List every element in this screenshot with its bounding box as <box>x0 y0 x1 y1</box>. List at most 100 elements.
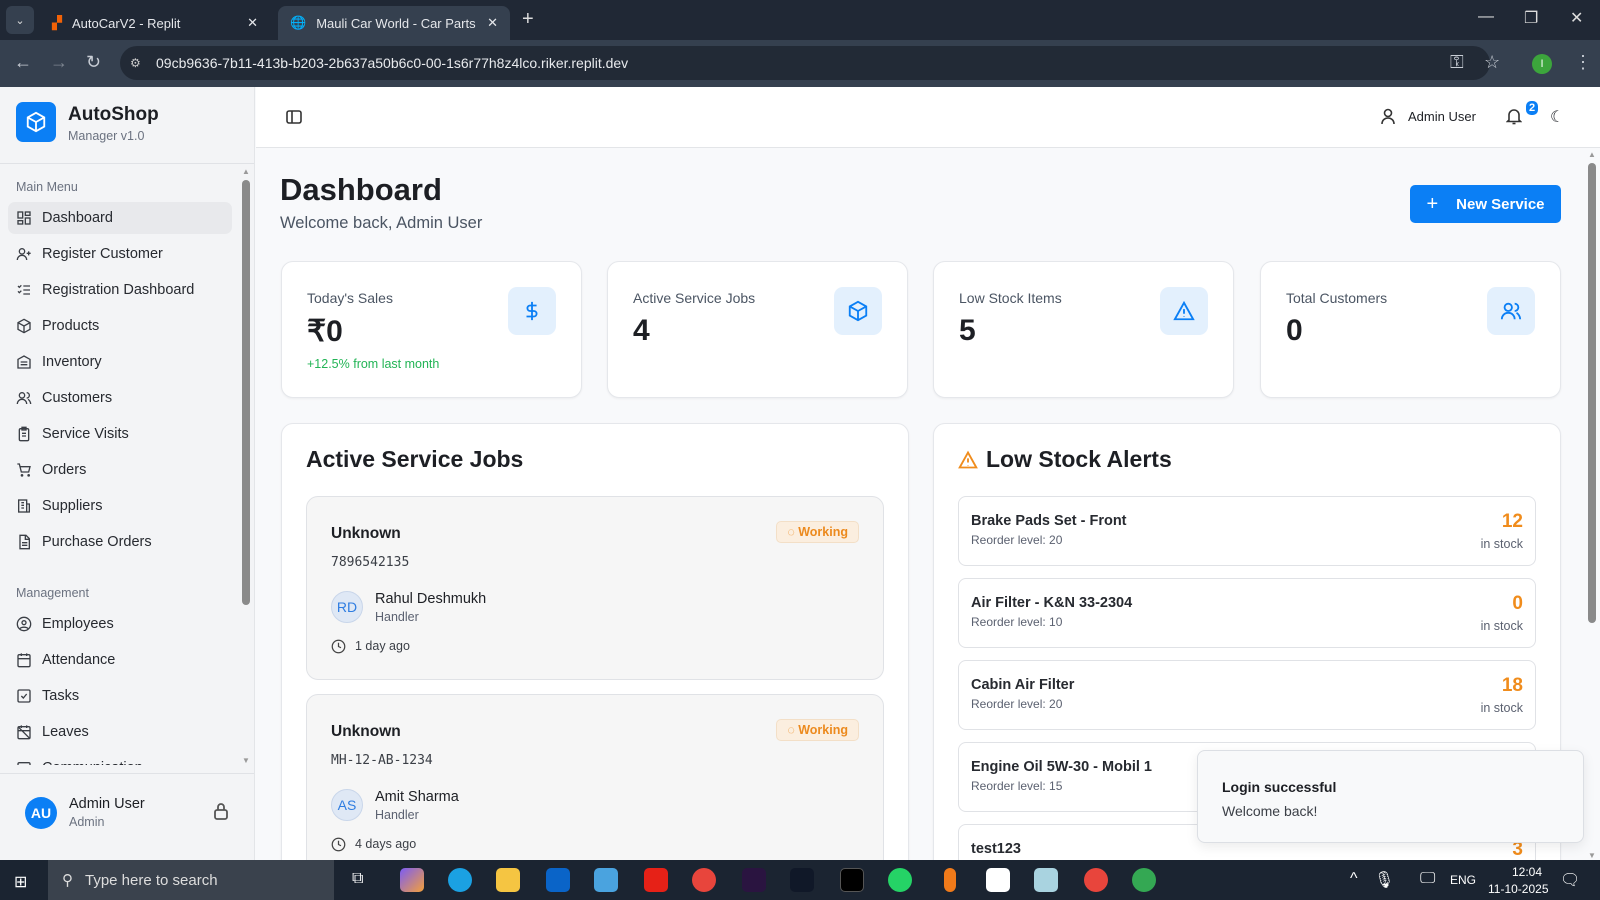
sidebar-toggle-icon[interactable] <box>286 109 302 130</box>
app-version: Manager v1.0 <box>68 129 145 143</box>
stat-card-today-s-sales: Today's Sales ₹0 +12.5% from last month <box>281 261 582 398</box>
new-service-button[interactable]: + New Service <box>1410 185 1561 223</box>
url-input[interactable]: ⚙ 09cb9636-7b11-413b-b203-2b637a50b6c0-0… <box>120 46 1490 80</box>
sidebar-item-customers[interactable]: Customers <box>8 382 232 414</box>
sidebar-item-employees[interactable]: Employees <box>8 608 232 640</box>
service-job-card[interactable]: Unknown ◌ Working 7896542135 RD Rahul De… <box>306 496 884 680</box>
address-bar-row: ← → ↻ ⚙ 09cb9636-7b11-413b-b203-2b637a50… <box>0 40 1600 87</box>
plus-icon: + <box>1426 192 1439 215</box>
bell-icon[interactable] <box>1505 107 1523 130</box>
youtube-icon[interactable] <box>644 868 668 892</box>
active-jobs-panel: Active Service Jobs Unknown ◌ Working 78… <box>281 423 909 883</box>
sidebar-item-register-customer[interactable]: Register Customer <box>8 238 232 270</box>
restore-button[interactable]: ❐ <box>1524 8 1538 28</box>
mic-tray-icon[interactable]: 🎙 <box>1374 870 1394 890</box>
sidebar-user[interactable]: AU Admin User Admin <box>0 773 254 860</box>
main-menu-heading: Main Menu <box>16 180 78 194</box>
dark-mode-moon-icon[interactable]: ☾ <box>1550 107 1564 127</box>
chrome-profile-i-icon[interactable] <box>1132 868 1156 892</box>
sidebar-item-tasks[interactable]: Tasks <box>8 680 232 712</box>
handler-role: Handler <box>375 610 419 624</box>
job-vehicle-id: 7896542135 <box>331 555 410 570</box>
reload-icon[interactable]: ↻ <box>86 52 101 73</box>
sidebar-item-products[interactable]: Products <box>8 310 232 342</box>
whatsapp-icon[interactable] <box>888 868 912 892</box>
close-tab-icon[interactable]: ✕ <box>247 15 258 31</box>
chrome-profile-s-icon[interactable] <box>1084 868 1108 892</box>
sidebar-item-communication[interactable]: Communication <box>8 752 232 765</box>
chrome-icon[interactable] <box>692 868 716 892</box>
lock-icon[interactable] <box>213 802 229 825</box>
clock-icon <box>331 639 346 659</box>
user-avatar: AU <box>25 797 57 829</box>
tab-list-button[interactable]: ⌄ <box>6 6 34 34</box>
reorder-level: Reorder level: 20 <box>971 533 1063 547</box>
clock-time[interactable]: 12:04 <box>1512 865 1542 879</box>
outlook-icon[interactable] <box>546 868 570 892</box>
minimize-button[interactable]: — <box>1478 8 1494 26</box>
edge-icon[interactable] <box>448 868 472 892</box>
purchase-orders-icon <box>19 534 30 550</box>
sidebar-item-inventory[interactable]: Inventory <box>8 346 232 378</box>
status-badge: ◌ Working <box>776 521 859 543</box>
control-panel-icon[interactable] <box>594 868 618 892</box>
password-key-icon[interactable]: ⚿ <box>1450 52 1464 73</box>
job-customer: Unknown <box>331 723 401 740</box>
handler-name: Amit Sharma <box>375 789 459 805</box>
sonyliv-icon[interactable] <box>742 868 766 892</box>
sidebar-item-leaves[interactable]: Leaves <box>8 716 232 748</box>
bookmark-star-icon[interactable]: ☆ <box>1484 52 1500 73</box>
browser-tab-bar: ⌄ ▞ AutoCarV2 - Replit ✕ 🌐 Mauli Car Wor… <box>0 0 1600 40</box>
windows-start-icon[interactable]: ⊞ <box>14 872 27 892</box>
orders-icon <box>17 463 31 477</box>
register-customer-icon <box>16 248 31 261</box>
back-icon[interactable]: ← <box>14 52 32 73</box>
tray-chevron-icon[interactable]: ^ <box>1350 870 1358 888</box>
sidebar-item-service-visits[interactable]: Service Visits <box>8 418 232 450</box>
sidebar-item-orders[interactable]: Orders <box>8 454 232 486</box>
menu-icon[interactable]: ⋮ <box>1574 52 1592 73</box>
reorder-level: Reorder level: 20 <box>971 697 1063 711</box>
stock-unit: in stock <box>1480 619 1523 633</box>
tab-autocar[interactable]: ▞ AutoCarV2 - Replit ✕ <box>40 6 270 40</box>
low-stock-item[interactable]: Brake Pads Set - Front Reorder level: 20… <box>958 496 1536 566</box>
low-stock-item[interactable]: Air Filter - K&N 33-2304 Reorder level: … <box>958 578 1536 648</box>
stat-value: 4 <box>633 314 650 347</box>
taskbar-search[interactable]: ⚲ Type here to search <box>48 860 334 900</box>
attendance-icon <box>17 653 31 668</box>
file-explorer-icon[interactable] <box>496 868 520 892</box>
forward-icon[interactable]: → <box>50 52 68 73</box>
sidebar-item-attendance[interactable]: Attendance <box>8 644 232 676</box>
sidebar-item-purchase-orders[interactable]: Purchase Orders <box>8 526 232 558</box>
sidebar-item-dashboard[interactable]: Dashboard <box>8 202 232 234</box>
notes-icon[interactable] <box>1034 868 1058 892</box>
site-info-icon[interactable]: ⚙ <box>130 56 141 70</box>
close-tab-icon[interactable]: ✕ <box>487 15 498 31</box>
network-icon[interactable]: 🖵 <box>1420 870 1435 888</box>
service-visits-icon <box>18 426 30 442</box>
sidebar-scrollbar[interactable]: ▲ ▼ <box>241 167 251 765</box>
toast-notification[interactable]: Login successful Welcome back! <box>1197 750 1584 843</box>
header-user-name[interactable]: Admin User <box>1408 109 1476 124</box>
dollar-icon <box>508 287 556 335</box>
copilot-icon[interactable] <box>400 868 424 892</box>
clock-date[interactable]: 11-10-2025 <box>1488 882 1549 896</box>
microphone-app-icon[interactable] <box>944 868 956 892</box>
profile-avatar[interactable]: I <box>1532 54 1552 74</box>
main-scrollbar[interactable]: ▲ ▼ <box>1586 150 1598 860</box>
user-icon[interactable] <box>1380 107 1396 130</box>
sidebar-item-suppliers[interactable]: Suppliers <box>8 490 232 522</box>
sidebar-item-registration-dashboard[interactable]: Registration Dashboard <box>8 274 232 306</box>
tab-mauli[interactable]: 🌐 Mauli Car World - Car Parts & S ✕ <box>278 6 510 40</box>
close-window-button[interactable]: ✕ <box>1570 8 1583 28</box>
task-view-icon[interactable]: ⧉ <box>352 870 363 888</box>
low-stock-item[interactable]: Cabin Air Filter Reorder level: 20 18 in… <box>958 660 1536 730</box>
solitaire-icon[interactable] <box>986 868 1010 892</box>
leaves-icon <box>17 725 31 740</box>
service-job-card[interactable]: Unknown ◌ Working MH-12-AB-1234 AS Amit … <box>306 694 884 878</box>
new-tab-button[interactable]: + <box>522 8 534 31</box>
notification-center-icon[interactable]: 🗨 <box>1560 870 1580 890</box>
hotstar-icon[interactable] <box>790 868 814 892</box>
app-icon[interactable] <box>840 868 864 892</box>
language-indicator[interactable]: ENG <box>1450 873 1476 887</box>
